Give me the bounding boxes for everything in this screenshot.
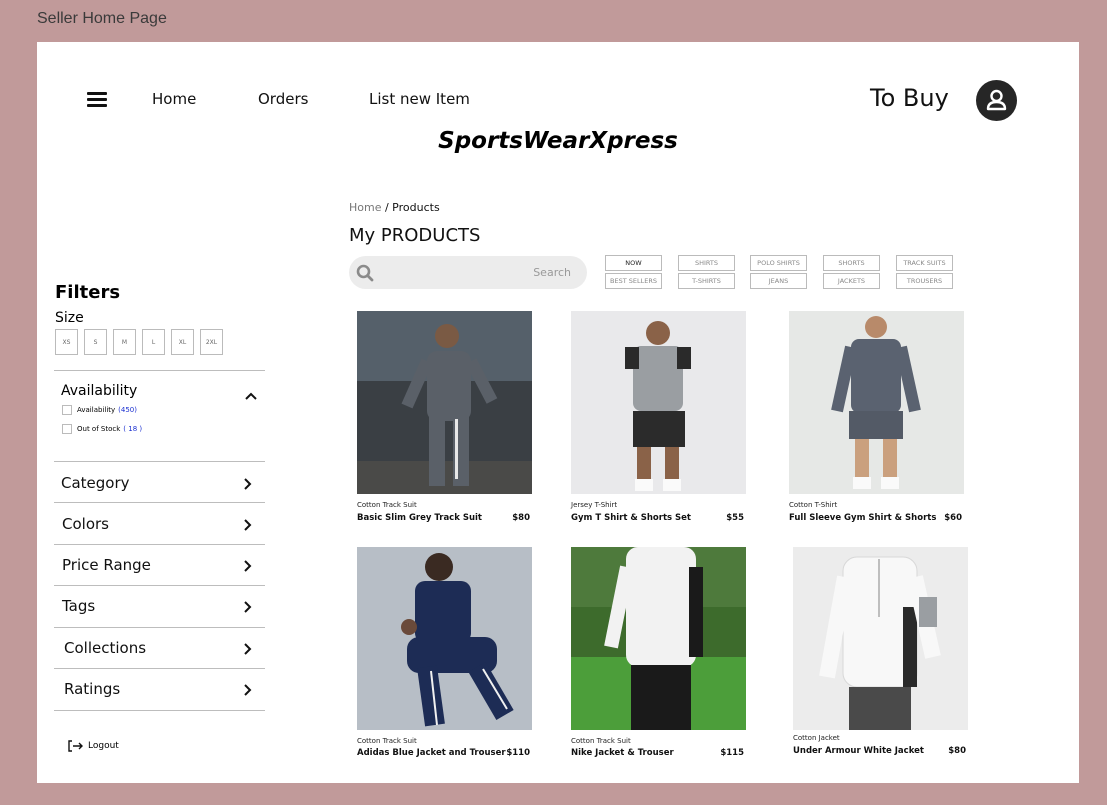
product-category: Cotton Track Suit [357,737,417,745]
product-image [357,311,532,494]
sidebar-item-tags[interactable]: Tags [54,585,265,625]
size-2xl[interactable]: 2XL [200,329,223,355]
chevron-up-icon[interactable] [245,385,257,404]
chip-trousers[interactable]: TROUSERS [896,273,953,289]
page-title: My PRODUCTS [349,225,481,246]
product-image [793,547,968,730]
product-price: $110 [506,748,530,758]
product-name: Nike Jacket & Trouser [571,748,674,758]
product-card[interactable]: Cotton Track Suit Adidas Blue Jacket and… [357,547,532,758]
product-category: Cotton Track Suit [571,737,631,745]
breadcrumb: Home / Products [349,201,440,214]
option-count: (450) [118,406,137,414]
product-name: Under Armour White Jacket [793,746,924,756]
chevron-right-icon [244,557,252,576]
product-price: $60 [944,513,962,523]
seller-home-page: Home Orders List new Item To Buy SportsW… [37,42,1079,783]
chip-track-suits[interactable]: TRACK SUITS [896,255,953,271]
in-stock-checkbox[interactable] [62,405,72,415]
size-m[interactable]: M [113,329,136,355]
option-count: ( 18 ) [123,425,143,433]
product-card[interactable]: Cotton Track Suit Nike Jacket & Trouser … [571,547,746,758]
search-input[interactable]: Search [349,256,587,289]
chevron-right-icon [244,598,252,617]
product-price: $115 [720,748,744,758]
divider [54,710,265,711]
brand-logo: SportsWearXpress [438,128,678,154]
sidebar-item-ratings[interactable]: Ratings [54,668,265,708]
chip-shorts[interactable]: SHORTS [823,255,880,271]
out-of-stock-checkbox[interactable] [62,424,72,434]
search-placeholder: Search [533,266,571,279]
product-price: $80 [512,513,530,523]
sidebar-item-label: Tags [62,597,96,615]
product-category: Cotton T-Shirt [789,501,838,509]
breadcrumb-home[interactable]: Home [349,201,381,214]
product-price: $55 [726,513,744,523]
product-category: Cotton Jacket [793,734,840,742]
chevron-right-icon [244,681,252,700]
product-card[interactable]: Cotton Jacket Under Armour White Jacket … [793,547,968,756]
product-card[interactable]: Cotton T-Shirt Full Sleeve Gym Shirt & S… [789,311,964,523]
product-name: Gym T Shirt & Shorts Set [571,513,692,523]
size-xs[interactable]: XS [55,329,78,355]
product-name: Adidas Blue Jacket and Trouser [357,748,506,758]
sidebar-item-colors[interactable]: Colors [54,503,265,543]
product-card[interactable]: Cotton Track Suit Basic Slim Grey Track … [357,311,532,523]
sidebar-item-collections[interactable]: Collections [54,627,265,667]
user-avatar-icon[interactable] [976,80,1017,121]
availability-option-out-of-stock[interactable]: Out of Stock ( 18 ) [62,424,142,434]
breadcrumb-current: / Products [384,201,440,214]
product-category: Jersey T-Shirt [571,501,618,509]
chip-best-sellers[interactable]: Best Sellers [605,273,662,289]
nav-list-new-item[interactable]: List new Item [369,90,470,108]
sidebar-item-price-range[interactable]: Price Range [54,544,265,584]
availability-option-in-stock[interactable]: Availability (450) [62,405,137,415]
size-s[interactable]: S [84,329,107,355]
chevron-right-icon [244,640,252,659]
sidebar-item-label: Category [61,474,130,492]
logout-button[interactable]: Logout [68,740,119,752]
nav-orders[interactable]: Orders [258,90,308,108]
product-card[interactable]: Jersey T-Shirt Gym T Shirt & Shorts Set … [571,311,746,523]
search-icon [356,264,374,286]
availability-title: Availability [61,383,138,399]
sidebar-item-label: Price Range [62,556,151,574]
chip-now[interactable]: NOW [605,255,662,271]
chevron-right-icon [244,475,252,494]
to-buy-link[interactable]: To Buy [870,84,949,112]
size-xl[interactable]: XL [171,329,194,355]
sidebar-item-label: Collections [64,639,147,657]
product-price: $80 [948,746,966,756]
chip-jackets[interactable]: JACKETS [823,273,880,289]
sidebar-item-category[interactable]: Category [54,462,265,502]
product-image [357,547,532,730]
hamburger-menu-icon[interactable] [87,92,107,108]
product-name: Basic Slim Grey Track Suit [357,513,482,523]
option-label: Availability [77,406,116,414]
product-name: Full Sleeve Gym Shirt & Shorts [789,513,937,523]
option-label: Out of Stock [77,425,121,433]
logout-label: Logout [88,741,119,751]
logout-icon [68,740,83,752]
product-image [789,311,964,494]
divider [54,370,265,371]
size-options: XS S M L XL 2XL [55,329,223,355]
nav-home[interactable]: Home [152,90,196,108]
chip-polo-shirts[interactable]: POLO SHIRTS [750,255,807,271]
chip-shirts[interactable]: SHIRTS [678,255,735,271]
product-image [571,547,746,730]
product-category: Cotton Track Suit [357,501,417,509]
sidebar-item-label: Ratings [64,680,121,698]
chip-t-shirts[interactable]: T-SHIRTS [678,273,735,289]
size-l[interactable]: L [142,329,165,355]
chip-jeans[interactable]: JEANS [750,273,807,289]
chevron-right-icon [244,516,252,535]
filters-title: Filters [55,282,121,303]
product-image [571,311,746,494]
frame-title: Seller Home Page [37,10,167,27]
sidebar-item-label: Colors [62,515,109,533]
size-label: Size [55,310,84,326]
